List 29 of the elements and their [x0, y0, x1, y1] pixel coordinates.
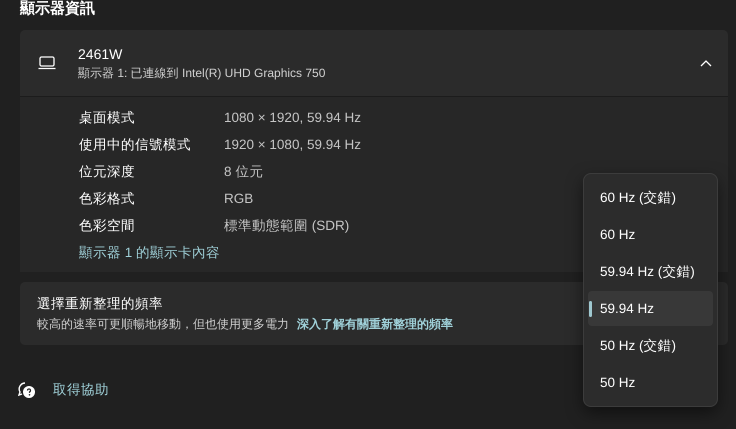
detail-value: 標準動態範圍 (SDR): [224, 216, 350, 234]
selection-indicator: [589, 301, 592, 317]
refresh-rate-description: 較高的速率可更順暢地移動，但也使用更多電力: [37, 317, 289, 332]
section-title: 顯示器資訊: [20, 0, 95, 18]
display-name: 2461W: [78, 46, 124, 62]
menu-item[interactable]: 50 Hz (交錯): [588, 328, 713, 363]
detail-label: 使用中的信號模式: [79, 136, 192, 154]
detail-value: RGB: [224, 191, 254, 206]
laptop-icon: [38, 56, 56, 70]
detail-label: 位元深度: [79, 162, 136, 180]
display-header[interactable]: 2461W 顯示器 1: 已連線到 Intel(R) UHD Graphics 750: [20, 30, 728, 96]
menu-item[interactable]: 60 Hz (交錯): [588, 180, 713, 215]
menu-item[interactable]: 60 Hz: [588, 217, 713, 252]
detail-value: 8 位元: [224, 162, 264, 180]
detail-label: 色彩空間: [79, 216, 136, 234]
get-help-link[interactable]: 取得協助: [53, 381, 109, 399]
chevron-up-icon[interactable]: [700, 60, 712, 66]
menu-item[interactable]: 59.94 Hz (交錯): [588, 254, 713, 289]
menu-item[interactable]: 59.94 Hz: [588, 291, 713, 326]
detail-value: 1080 × 1920, 59.94 Hz: [224, 110, 361, 125]
help-icon: [18, 381, 36, 399]
display-subtitle: 顯示器 1: 已連線到 Intel(R) UHD Graphics 750: [78, 66, 326, 80]
adapter-properties-link[interactable]: 顯示器 1 的顯示卡內容: [79, 239, 220, 266]
detail-value: 1920 × 1080, 59.94 Hz: [224, 137, 361, 152]
learn-more-link[interactable]: 深入了解有關重新整理的頻率: [297, 317, 453, 332]
detail-label: 色彩格式: [79, 190, 136, 208]
menu-item[interactable]: 50 Hz: [588, 365, 713, 400]
detail-label: 桌面模式: [79, 108, 136, 126]
refresh-rate-title: 選擇重新整理的頻率: [37, 295, 163, 312]
